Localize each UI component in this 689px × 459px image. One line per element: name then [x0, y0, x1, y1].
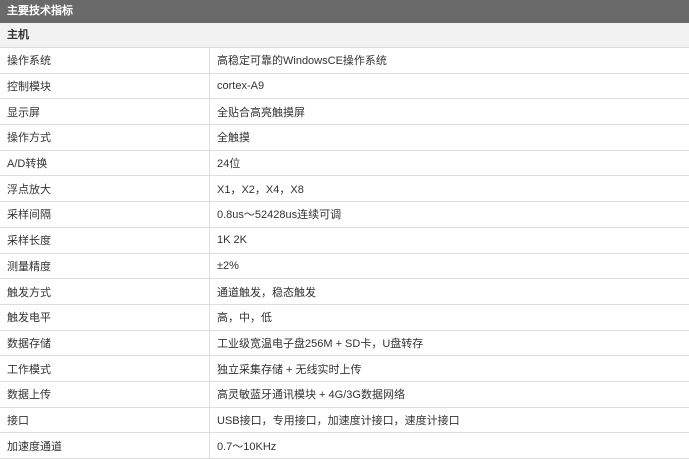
spec-label: 显示屏	[0, 99, 210, 125]
spec-table-title: 主要技术指标	[0, 0, 689, 23]
spec-label: A/D转换	[0, 150, 210, 176]
spec-label: 触发电平	[0, 304, 210, 330]
spec-value: X1，X2，X4，X8	[210, 176, 689, 202]
table-row: 控制模块cortex-A9	[0, 73, 689, 99]
spec-label: 操作系统	[0, 48, 210, 73]
table-row: A/D转换24位	[0, 150, 689, 176]
spec-value: 0.8us～52428us连续可调	[210, 202, 689, 228]
table-row: 操作方式全触摸	[0, 125, 689, 151]
table-row: 触发方式通道触发，稳态触发	[0, 279, 689, 305]
table-row: 操作系统高稳定可靠的WindowsCE操作系统	[0, 48, 689, 73]
spec-label: 浮点放大	[0, 176, 210, 202]
spec-label: 采样长度	[0, 227, 210, 253]
table-row: 测量精度±2%	[0, 253, 689, 279]
spec-value: 高稳定可靠的WindowsCE操作系统	[210, 48, 689, 73]
table-row: 采样长度1K 2K	[0, 227, 689, 253]
spec-value: cortex-A9	[210, 73, 689, 99]
table-row: 数据上传高灵敏蓝牙通讯模块 + 4G/3G数据网络	[0, 381, 689, 407]
spec-value: 独立采集存储 + 无线实时上传	[210, 356, 689, 382]
table-row: 工作模式独立采集存储 + 无线实时上传	[0, 356, 689, 382]
spec-value: 通道触发，稳态触发	[210, 279, 689, 305]
table-row: 接口USB接口，专用接口，加速度计接口，速度计接口	[0, 407, 689, 433]
spec-label: 触发方式	[0, 279, 210, 305]
spec-label: 测量精度	[0, 253, 210, 279]
spec-value: 高，中，低	[210, 304, 689, 330]
table-row: 触发电平高，中，低	[0, 304, 689, 330]
table-row: 采样间隔0.8us～52428us连续可调	[0, 202, 689, 228]
spec-label: 操作方式	[0, 125, 210, 151]
spec-value: 1K 2K	[210, 227, 689, 253]
spec-label: 数据上传	[0, 381, 210, 407]
spec-value: 全触摸	[210, 125, 689, 151]
spec-value: 高灵敏蓝牙通讯模块 + 4G/3G数据网络	[210, 381, 689, 407]
spec-label: 工作模式	[0, 356, 210, 382]
section-header-host: 主机	[0, 23, 689, 48]
spec-label: 控制模块	[0, 73, 210, 99]
spec-label: 采样间隔	[0, 202, 210, 228]
spec-value: 工业级宽温电子盘256M + SD卡，U盘转存	[210, 330, 689, 356]
spec-value: ±2%	[210, 253, 689, 279]
spec-label: 接口	[0, 407, 210, 433]
table-row: 浮点放大X1，X2，X4，X8	[0, 176, 689, 202]
spec-label: 数据存储	[0, 330, 210, 356]
table-row: 数据存储工业级宽温电子盘256M + SD卡，U盘转存	[0, 330, 689, 356]
spec-table: 操作系统高稳定可靠的WindowsCE操作系统控制模块cortex-A9显示屏全…	[0, 48, 689, 459]
spec-value: 全贴合高亮触摸屏	[210, 99, 689, 125]
spec-value: USB接口，专用接口，加速度计接口，速度计接口	[210, 407, 689, 433]
spec-value: 24位	[210, 150, 689, 176]
spec-table-body: 操作系统高稳定可靠的WindowsCE操作系统控制模块cortex-A9显示屏全…	[0, 48, 689, 459]
table-row: 显示屏全贴合高亮触摸屏	[0, 99, 689, 125]
